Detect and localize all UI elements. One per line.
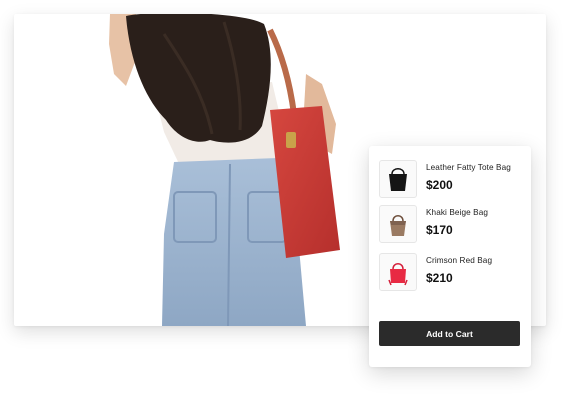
beige-bag-icon	[379, 205, 417, 243]
black-tote-bag-icon	[379, 160, 417, 198]
product-name: Leather Fatty Tote Bag	[426, 163, 511, 172]
add-to-cart-button[interactable]: Add to Cart	[379, 321, 520, 346]
product-item-khaki-beige[interactable]: Khaki Beige Bag $170	[379, 205, 529, 243]
product-item-leather-fatty-tote[interactable]: Leather Fatty Tote Bag $200	[379, 160, 529, 198]
product-price: $210	[426, 271, 453, 285]
product-cart-panel: Leather Fatty Tote Bag $200 Khaki Beige …	[369, 146, 531, 367]
product-price: $170	[426, 223, 453, 237]
product-item-crimson-red[interactable]: Crimson Red Bag $210	[379, 253, 529, 291]
product-price: $200	[426, 178, 453, 192]
red-bag-icon	[379, 253, 417, 291]
product-name: Crimson Red Bag	[426, 256, 493, 265]
product-name: Khaki Beige Bag	[426, 208, 489, 217]
